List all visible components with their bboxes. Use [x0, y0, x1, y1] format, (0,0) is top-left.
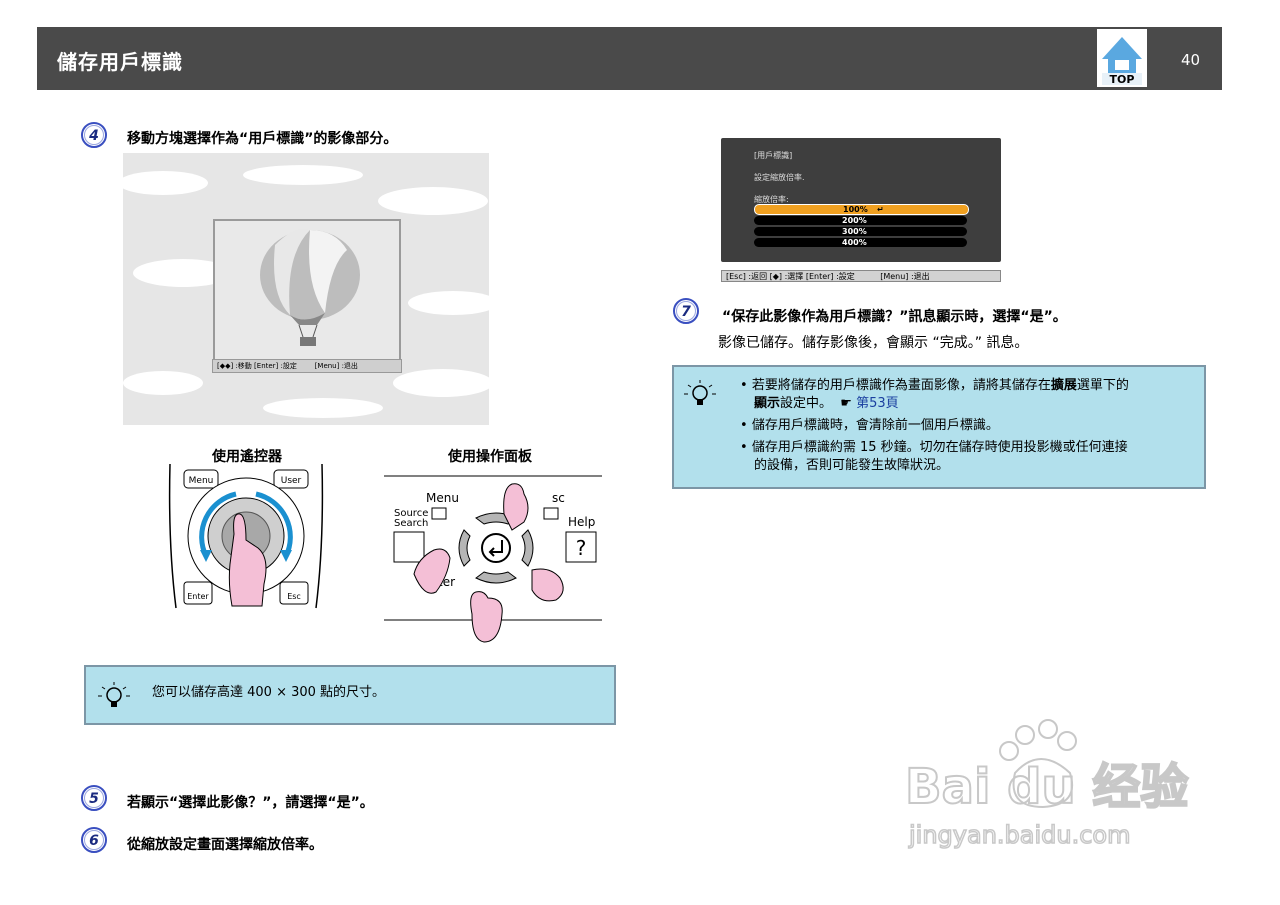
note-right-bullet-3: • 儲存用戶標識約需 15 秒鐘。切勿在儲存時使用投影機或任何連接 的設備，否則… — [740, 440, 1128, 473]
page-53-link[interactable]: 第53頁 — [856, 396, 899, 411]
svg-text:4: 4 — [88, 128, 99, 144]
step-5-icon: 5 — [81, 785, 107, 811]
step-7-icon: 7 — [673, 298, 699, 324]
zoom-option-300[interactable]: 300% — [754, 227, 967, 236]
remote-user-label: User — [281, 476, 302, 486]
top-home-icon[interactable]: TOP — [1097, 29, 1147, 87]
panel-caption: 使用操作面板 — [448, 449, 532, 465]
lightbulb-tip-icon — [98, 682, 130, 707]
zoom-option-100[interactable]: 100% ↵ — [754, 204, 969, 215]
sky-status-bar: [◆◆] :移動 [Enter] :設定 [Menu] :退出 — [212, 359, 402, 373]
zoom-option-400[interactable]: 400% — [754, 238, 967, 247]
zoom-menu-screen: [用戶標識] 設定縮放倍率. 縮放倍率: 100% ↵ 200% 300% 40… — [721, 138, 1001, 262]
panel-search-label: Search — [394, 518, 428, 529]
remote-esc-label: Esc — [287, 592, 301, 601]
watermark-brand: Bai du 经验 — [905, 759, 1188, 815]
step-4-text: 移動方塊選擇作為“用戶標識”的影像部分。 — [127, 131, 398, 147]
note-right-bullet-2: • 儲存用戶標識時，會清除前一個用戶標識。 — [740, 418, 999, 433]
note-box-left: 您可以儲存高達 400 × 300 點的尺寸。 — [84, 665, 616, 725]
step-7-body: 影像已儲存。儲存影像後，會顯示 “完成。” 訊息。 — [718, 335, 1029, 351]
page-title: 儲存用戶標識 — [57, 50, 183, 74]
balloon-screenshot: [◆◆] :移動 [Enter] :設定 [Menu] :退出 — [123, 153, 489, 425]
remote-enter-label: Enter — [187, 592, 209, 601]
panel-help-label: Help — [568, 515, 595, 529]
step-7-text: “保存此影像作為用戶標識？”訊息顯示時，選擇“是”。 — [722, 309, 1067, 325]
top-label: TOP — [1110, 73, 1135, 86]
selection-box[interactable] — [213, 219, 401, 361]
panel-q-label: ? — [576, 536, 587, 560]
panel-menu-label: Menu — [426, 491, 459, 505]
lightbulb-tip-icon — [684, 380, 716, 405]
step-6-text: 從縮放設定畫面選擇縮放倍率。 — [127, 837, 323, 853]
pointing-hand-icon: ☛ — [836, 396, 857, 411]
menu-line1: 設定縮放倍率. — [754, 173, 805, 182]
note-left-text: 您可以儲存高達 400 × 300 點的尺寸。 — [152, 685, 386, 700]
note-box-right: • 若要將儲存的用戶標識作為畫面影像，請將其儲存在擴展選單下的 顯示設定中。 ☛… — [672, 365, 1206, 489]
remote-caption: 使用遙控器 — [212, 449, 282, 465]
remote-menu-label: Menu — [189, 476, 214, 486]
menu-title: [用戶標識] — [754, 151, 793, 160]
panel-esc-label: sc — [552, 491, 565, 505]
watermark-url: jingyan.baidu.com — [908, 821, 1130, 849]
page-number: 40 — [1181, 51, 1201, 69]
step-5-text: 若顯示“選擇此影像？”，請選擇“是”。 — [127, 795, 374, 811]
zoom-option-200[interactable]: 200% — [754, 216, 967, 225]
svg-text:7: 7 — [681, 304, 691, 320]
enter-icon: ↵ — [877, 205, 884, 214]
baidu-watermark-logo: Bai du 经验 jingyan.baidu.com — [905, 719, 1189, 850]
step-6-icon: 6 — [81, 827, 107, 853]
page-header: 儲存用戶標識 TOP 40 — [37, 27, 1222, 90]
svg-text:6: 6 — [89, 833, 99, 849]
svg-text:5: 5 — [89, 791, 99, 807]
operation-panel-illustration: Menu Source Search sc Help ? ter — [384, 475, 602, 643]
step-4-icon: 4 — [81, 122, 107, 148]
hot-air-balloon-image — [260, 229, 360, 346]
menu-status-bar: [Esc] :返回 [◆] :選擇 [Enter] :設定 [Menu] :退出 — [721, 270, 1001, 282]
remote-control-illustration: Menu User Enter Esc — [168, 464, 324, 609]
note-right-bullet-1: • 若要將儲存的用戶標識作為畫面影像，請將其儲存在擴展選單下的 顯示設定中。 ☛… — [740, 378, 1129, 411]
